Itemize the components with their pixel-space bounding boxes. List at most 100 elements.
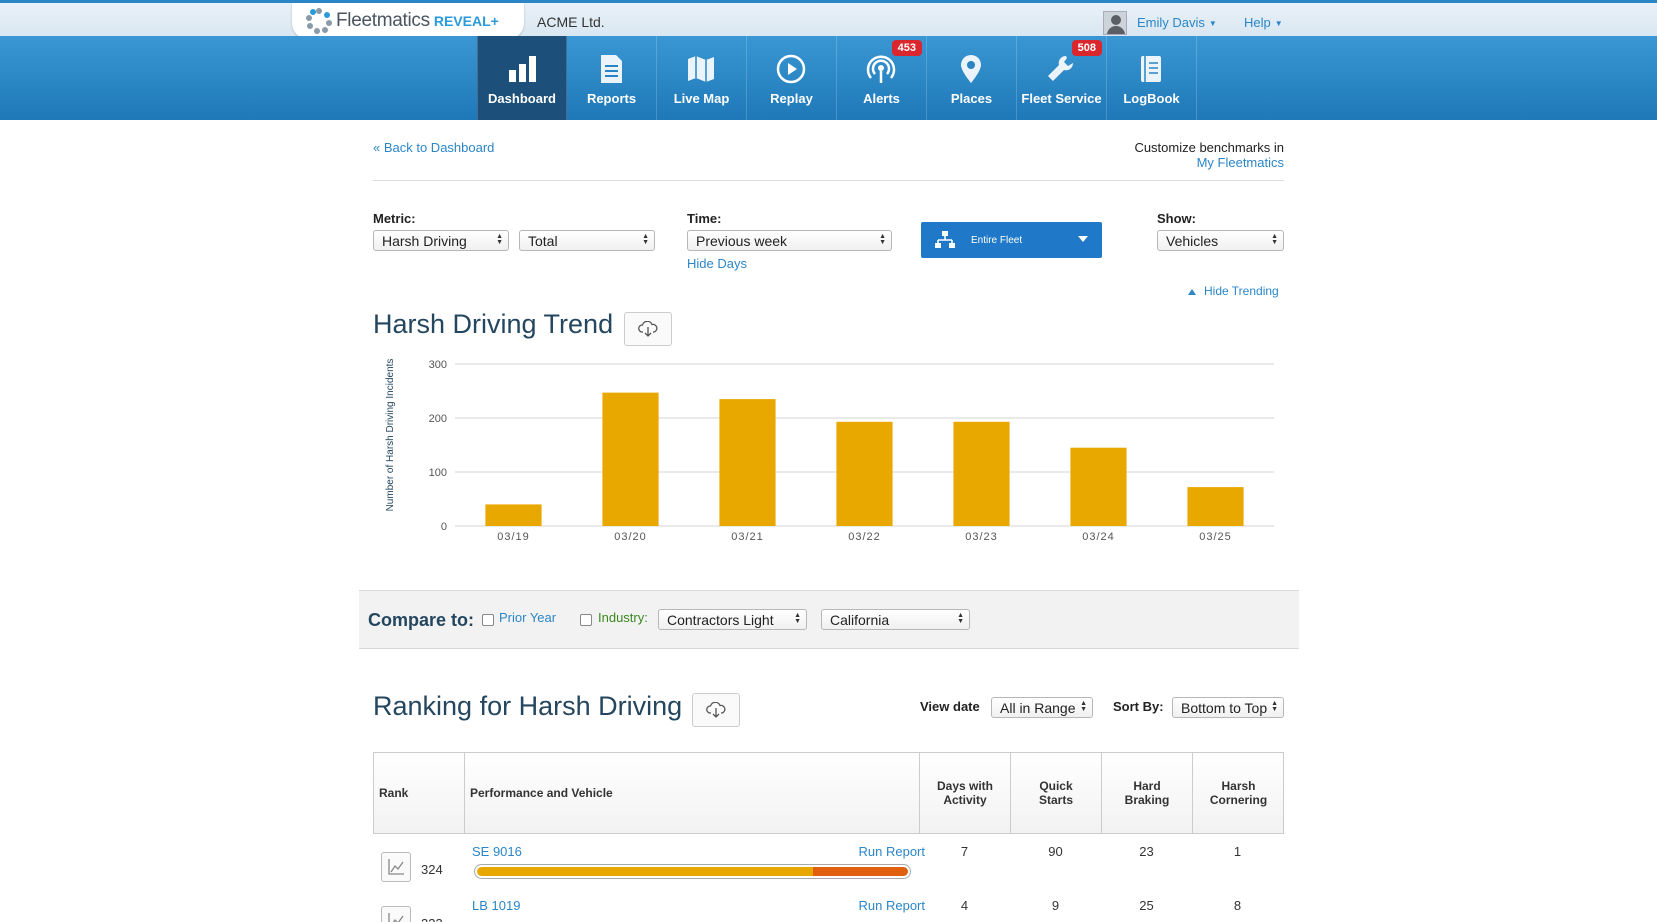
view-date-value: All in Range (1000, 700, 1076, 716)
table-row: 323 LB 1019 Run Report 4 9 25 8 (373, 888, 1284, 922)
time-select[interactable]: Previous week ▲ ▼ (687, 230, 892, 251)
time-label: Time: (687, 211, 722, 226)
nav-item-fleet-service[interactable]: Fleet Service 508 (1017, 36, 1107, 120)
region-select[interactable]: California ▲ ▼ (821, 609, 970, 630)
main-nav: Dashboard Reports Live Map Replay Alerts 453 P… (0, 36, 1657, 120)
metric-aggregate-value: Total (528, 233, 558, 249)
x-tick-label: 03/19 (497, 531, 530, 543)
bar-chart-icon (509, 56, 536, 82)
x-tick-label: 03/20 (614, 531, 647, 543)
notification-badge: 508 (1071, 40, 1102, 56)
divider (373, 180, 1284, 181)
bar-03-24 (1070, 447, 1127, 526)
pin-icon (961, 55, 981, 83)
caret-down-icon: ▼ (1274, 19, 1283, 29)
logo-name: Fleetmatics (336, 10, 430, 31)
ranking-table-header: Rank Performance and Vehicle Days with A… (373, 752, 1284, 834)
rank-number: 324 (421, 862, 443, 877)
ranking-table: Rank Performance and Vehicle Days with A… (373, 752, 1284, 922)
bar-03-21 (719, 399, 776, 526)
ranking-title: Ranking for Harsh Driving (373, 691, 683, 721)
caret-down-icon: ▼ (1208, 19, 1217, 29)
select-arrows-icon: ▲ ▼ (957, 612, 964, 625)
quick-starts-cell: 90 (1048, 844, 1063, 859)
nav-item-places[interactable]: Places (927, 36, 1017, 120)
metric-aggregate-select[interactable]: Total ▲ ▼ (519, 230, 655, 251)
y-tick-label: 200 (429, 413, 447, 425)
notification-badge: 453 (891, 40, 922, 56)
cloud-download-icon (706, 702, 726, 718)
vehicle-link[interactable]: SE 9016 (472, 844, 522, 859)
col-rank[interactable]: Rank (374, 753, 465, 833)
select-arrows-icon: ▲ ▼ (1080, 700, 1087, 713)
nav-item-replay[interactable]: Replay (747, 36, 837, 120)
days-with-activity-cell: 7 (960, 844, 969, 859)
top-bar: Fleetmatics REVEAL+ ACME Ltd. Emily Davi… (0, 0, 1657, 39)
metric-select[interactable]: Harsh Driving ▲ ▼ (373, 230, 509, 251)
bar-03-19 (485, 504, 542, 526)
sort-by-label: Sort By: (1113, 699, 1164, 714)
run-report-link[interactable]: Run Report (845, 844, 925, 859)
days-with-activity-cell: 4 (960, 898, 969, 913)
hide-trending-link[interactable]: Hide Trending (1188, 284, 1279, 298)
industry-select[interactable]: Contractors Light ▲ ▼ (658, 609, 807, 630)
sort-by-value: Bottom to Top (1181, 700, 1268, 716)
my-fleetmatics-link[interactable]: My Fleetmatics (1090, 155, 1284, 170)
select-arrows-icon: ▲ ▼ (1271, 700, 1278, 713)
ranking-download-button[interactable] (692, 693, 740, 727)
nav-item-label: Dashboard (488, 91, 556, 106)
col-harsh-cornering[interactable]: Harsh Cornering (1193, 753, 1284, 833)
nav-item-label: Alerts (863, 91, 900, 106)
table-row: 324 SE 9016 Run Report 7 90 23 1 (373, 834, 1284, 888)
logo-reveal: REVEAL+ (433, 13, 499, 29)
y-tick-label: 300 (429, 359, 447, 371)
prior-year-checkbox[interactable] (482, 614, 494, 626)
col-days-with-activity[interactable]: Days with Activity (920, 753, 1011, 833)
nav-item-label: LogBook (1123, 91, 1180, 106)
help-menu[interactable]: Help ▼ (1244, 15, 1283, 30)
nav-item-live-map[interactable]: Live Map (657, 36, 747, 120)
rank-number: 323 (421, 916, 443, 922)
harsh-cornering-cell: 1 (1233, 844, 1242, 859)
cloud-download-icon (638, 321, 658, 337)
show-label: Show: (1157, 211, 1196, 226)
industry-checkbox[interactable] (580, 614, 592, 626)
col-quick-starts[interactable]: Quick Starts (1011, 753, 1102, 833)
sort-by-select[interactable]: Bottom to Top ▲ ▼ (1172, 697, 1284, 718)
nav-item-dashboard[interactable]: Dashboard (477, 36, 567, 120)
run-report-link[interactable]: Run Report (845, 898, 925, 913)
trend-chart-icon[interactable] (381, 906, 411, 922)
hard-braking-cell: 25 (1139, 898, 1154, 913)
nav-item-logbook[interactable]: LogBook (1107, 36, 1197, 120)
user-menu[interactable]: Emily Davis ▼ (1137, 15, 1217, 30)
nav-item-reports[interactable]: Reports (567, 36, 657, 120)
app-window: Fleetmatics REVEAL+ ACME Ltd. Emily Davi… (0, 0, 1657, 922)
dropdown-caret-icon (1078, 236, 1088, 242)
trend-download-button[interactable] (624, 312, 672, 346)
logo[interactable]: Fleetmatics REVEAL+ (292, 3, 524, 39)
select-arrows-icon: ▲ ▼ (879, 233, 886, 246)
x-tick-label: 03/22 (848, 531, 881, 543)
company-name: ACME Ltd. (537, 14, 605, 30)
vehicle-link[interactable]: LB 1019 (472, 898, 520, 913)
triangle-up-icon (1188, 289, 1196, 295)
harsh-driving-trend-chart: 0 100 200 300 Number of Harsh Driving Incide… (385, 359, 1274, 543)
y-tick-label: 100 (429, 467, 447, 479)
bar-03-22 (836, 421, 893, 526)
trend-chart-icon[interactable] (381, 852, 411, 882)
map-icon (688, 56, 714, 82)
nav-item-alerts[interactable]: Alerts 453 (837, 36, 927, 120)
back-to-dashboard-link[interactable]: « Back to Dashboard (373, 140, 494, 155)
compare-label: Compare to: (368, 610, 475, 630)
view-date-label: View date (920, 699, 980, 714)
performance-bar (474, 864, 911, 879)
user-avatar-icon[interactable] (1103, 11, 1127, 35)
metric-label: Metric: (373, 211, 416, 226)
view-date-select[interactable]: All in Range ▲ ▼ (991, 697, 1093, 718)
show-select[interactable]: Vehicles ▲ ▼ (1157, 230, 1284, 251)
hide-days-link[interactable]: Hide Days (687, 256, 747, 271)
col-hard-braking[interactable]: Hard Braking (1102, 753, 1193, 833)
col-performance-vehicle[interactable]: Performance and Vehicle (465, 753, 920, 833)
customize-text: Customize benchmarks in (1134, 140, 1284, 155)
entire-fleet-button[interactable]: Entire Fleet (921, 222, 1102, 258)
